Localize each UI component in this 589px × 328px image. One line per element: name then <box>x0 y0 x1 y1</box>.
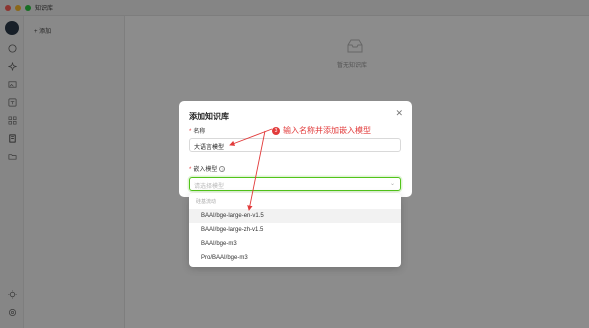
model-option[interactable]: Pro/BAAI/bge-m3 <box>189 251 401 265</box>
provider-group-label: 硅基流动 <box>196 199 217 205</box>
required-mark: * <box>189 167 192 173</box>
model-dropdown: 硅基流动 BAAI/bge-large-en-v1.5 BAAI/bge-lar… <box>189 193 401 267</box>
name-label-text: 名称 <box>193 129 206 135</box>
help-icon[interactable]: ? <box>219 166 226 173</box>
embedding-model-select[interactable]: 请选择模型 ⌄ <box>189 177 401 191</box>
name-field[interactable]: 大语言模型 <box>189 138 401 152</box>
instruction-text: 输入名称并添加嵌入模型 <box>283 126 371 135</box>
model-option[interactable]: BAAI/bge-m3 <box>189 237 401 251</box>
chevron-down-icon: ⌄ <box>389 181 395 187</box>
name-label: * 名称 <box>189 126 205 135</box>
step-number-badge: 3 <box>272 126 280 135</box>
add-knowledge-base-dialog: 添加知识库 ✕ * 名称 大语言模型 * 嵌入模型? 请选择模型 ⌄ <box>179 101 412 197</box>
select-placeholder: 请选择模型 <box>194 184 225 190</box>
model-option[interactable]: BAAI/bge-large-en-v1.5 <box>189 209 401 223</box>
model-option[interactable]: BAAI/bge-large-zh-v1.5 <box>189 223 401 237</box>
model-label: * 嵌入模型? <box>189 164 226 173</box>
instruction-annotation: 3 输入名称并添加嵌入模型 <box>272 125 371 136</box>
model-label-text: 嵌入模型 <box>193 167 218 173</box>
dialog-title: 添加知识库 <box>189 112 229 121</box>
close-icon[interactable]: ✕ <box>395 109 403 118</box>
required-mark: * <box>189 129 192 135</box>
